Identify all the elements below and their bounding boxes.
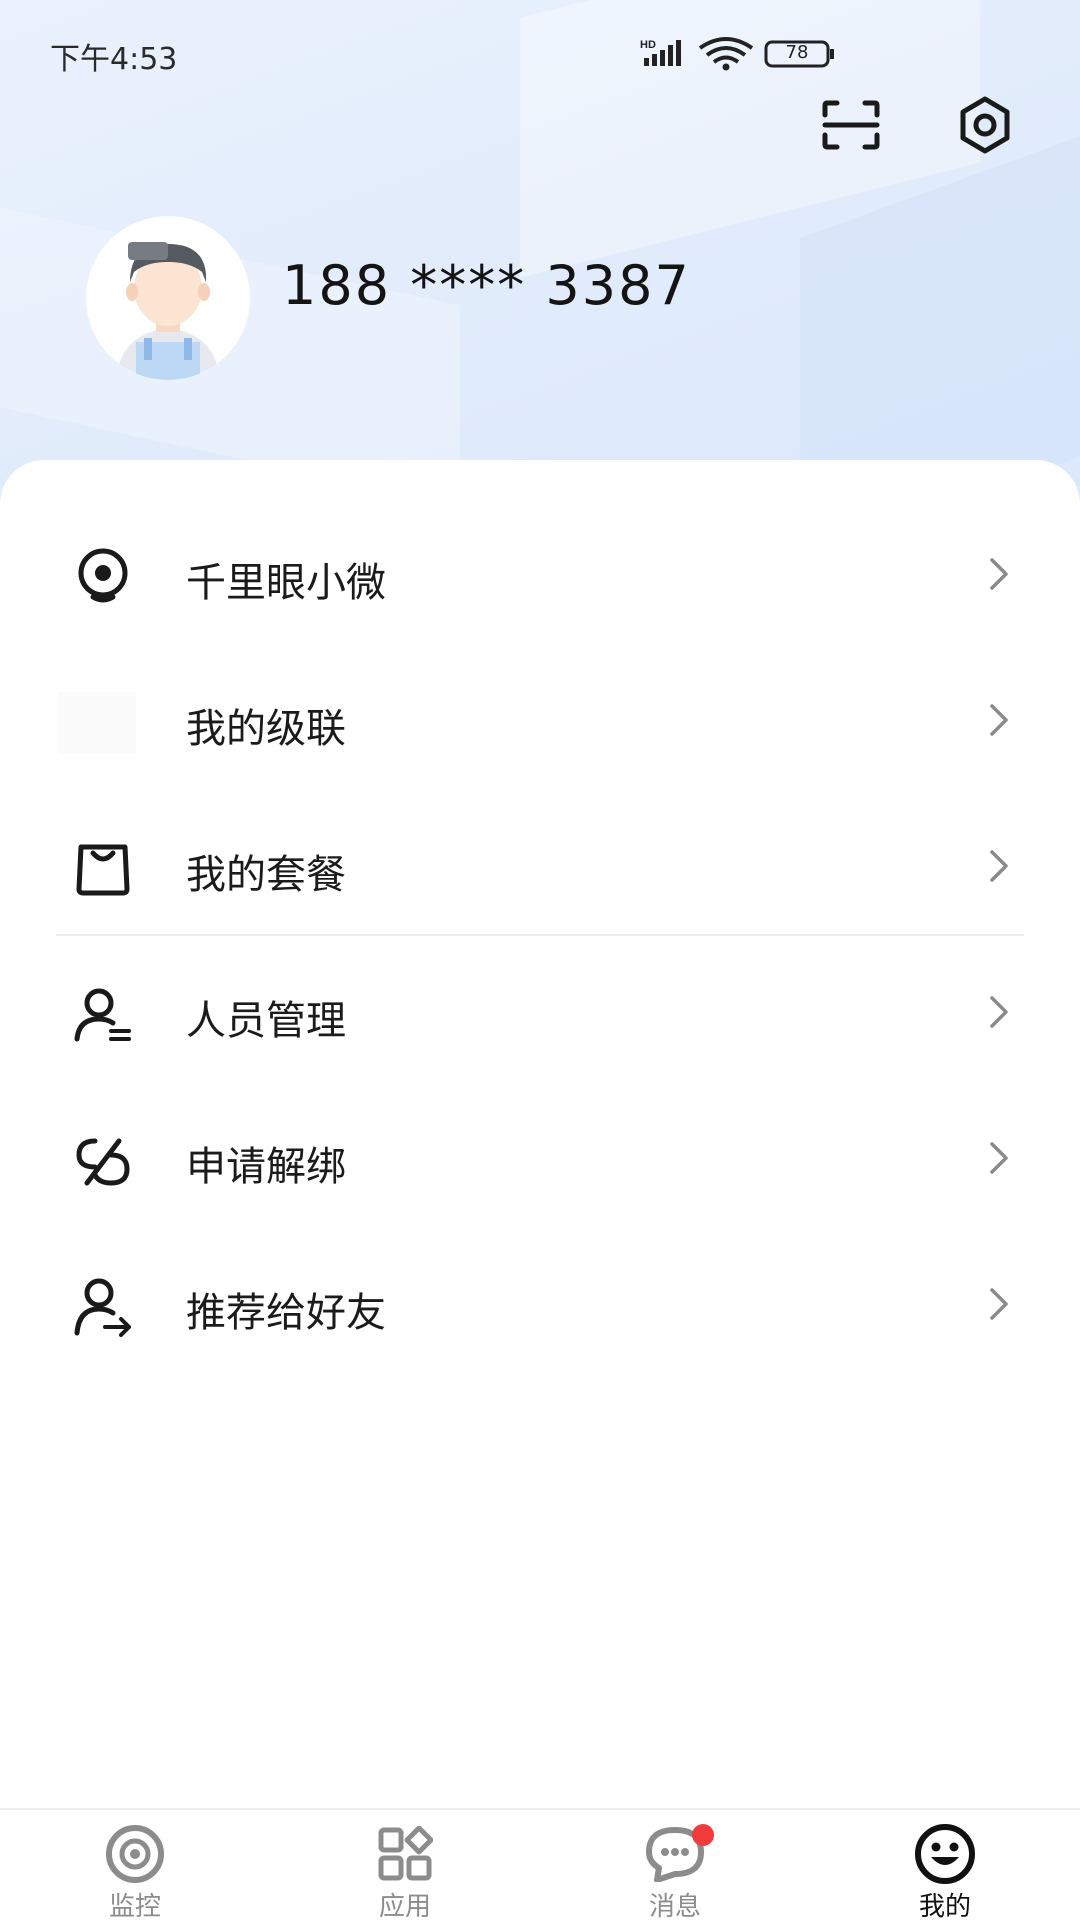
- svg-text:HD: HD: [640, 39, 656, 51]
- smile-icon: [913, 1822, 977, 1886]
- battery-level: 78: [785, 42, 809, 63]
- chevron-right-icon: [990, 1142, 1008, 1174]
- menu-sheet: 千里眼小微 我的级联 我的套餐 人员管理 申请解绑 推荐给好友: [0, 460, 1080, 1810]
- phone-number: 188 **** 3387: [282, 254, 691, 317]
- user-share-icon: [72, 1276, 134, 1338]
- user-avatar-icon: [86, 216, 250, 380]
- tab-label: 监控: [108, 1892, 161, 1922]
- status-icons: HD 78: [640, 36, 840, 72]
- cascade-icon: [58, 692, 136, 754]
- chevron-right-icon: [990, 704, 1008, 736]
- hexagon-settings-icon: [960, 96, 1010, 154]
- tab-mine[interactable]: 我的: [810, 1810, 1080, 1922]
- eye-camera-icon: [72, 546, 134, 608]
- avatar[interactable]: [86, 216, 250, 380]
- scan-icon: [822, 100, 880, 150]
- chevron-right-icon: [990, 996, 1008, 1028]
- shopping-bag-icon: [72, 838, 134, 900]
- unread-badge: [692, 1824, 714, 1846]
- apps-grid-icon: [373, 1822, 437, 1886]
- menu-item-qianliyan[interactable]: 千里眼小微: [0, 502, 1080, 648]
- chevron-right-icon: [990, 850, 1008, 882]
- tab-label: 应用: [378, 1892, 431, 1922]
- scan-button[interactable]: [816, 90, 886, 160]
- menu-item-recommend[interactable]: 推荐给好友: [0, 1232, 1080, 1378]
- tab-label: 消息: [648, 1892, 701, 1922]
- menu-divider: [56, 934, 1024, 936]
- tab-label: 我的: [918, 1892, 971, 1922]
- status-bar: 下午4:53 HD 78: [0, 0, 1080, 104]
- profile-header[interactable]: 188 **** 3387: [86, 216, 986, 380]
- tab-monitor[interactable]: 监控: [0, 1810, 270, 1922]
- top-actions: [780, 90, 1080, 170]
- chevron-right-icon: [990, 1288, 1008, 1320]
- status-time: 下午4:53: [50, 42, 178, 77]
- menu-item-package[interactable]: 我的套餐: [0, 794, 1080, 940]
- settings-button[interactable]: [950, 90, 1020, 160]
- menu-item-label: 千里眼小微: [186, 560, 386, 606]
- chevron-right-icon: [990, 558, 1008, 590]
- menu-item-label: 申请解绑: [186, 1144, 346, 1190]
- menu-item-label: 我的级联: [186, 706, 346, 752]
- unlink-icon: [72, 1130, 134, 1192]
- menu-item-label: 推荐给好友: [186, 1290, 386, 1336]
- user-manage-icon: [72, 984, 134, 1046]
- tab-apps[interactable]: 应用: [270, 1810, 540, 1922]
- tab-messages[interactable]: 消息: [540, 1810, 810, 1922]
- menu-item-label: 我的套餐: [186, 852, 346, 898]
- bottom-tab-bar: 监控 应用 消息 我的: [0, 1808, 1080, 1922]
- eye-icon: [103, 1822, 167, 1886]
- menu-item-label: 人员管理: [186, 998, 346, 1044]
- menu-item-unbind[interactable]: 申请解绑: [0, 1086, 1080, 1232]
- menu-item-staff[interactable]: 人员管理: [0, 940, 1080, 1086]
- menu-item-cascade[interactable]: 我的级联: [0, 648, 1080, 794]
